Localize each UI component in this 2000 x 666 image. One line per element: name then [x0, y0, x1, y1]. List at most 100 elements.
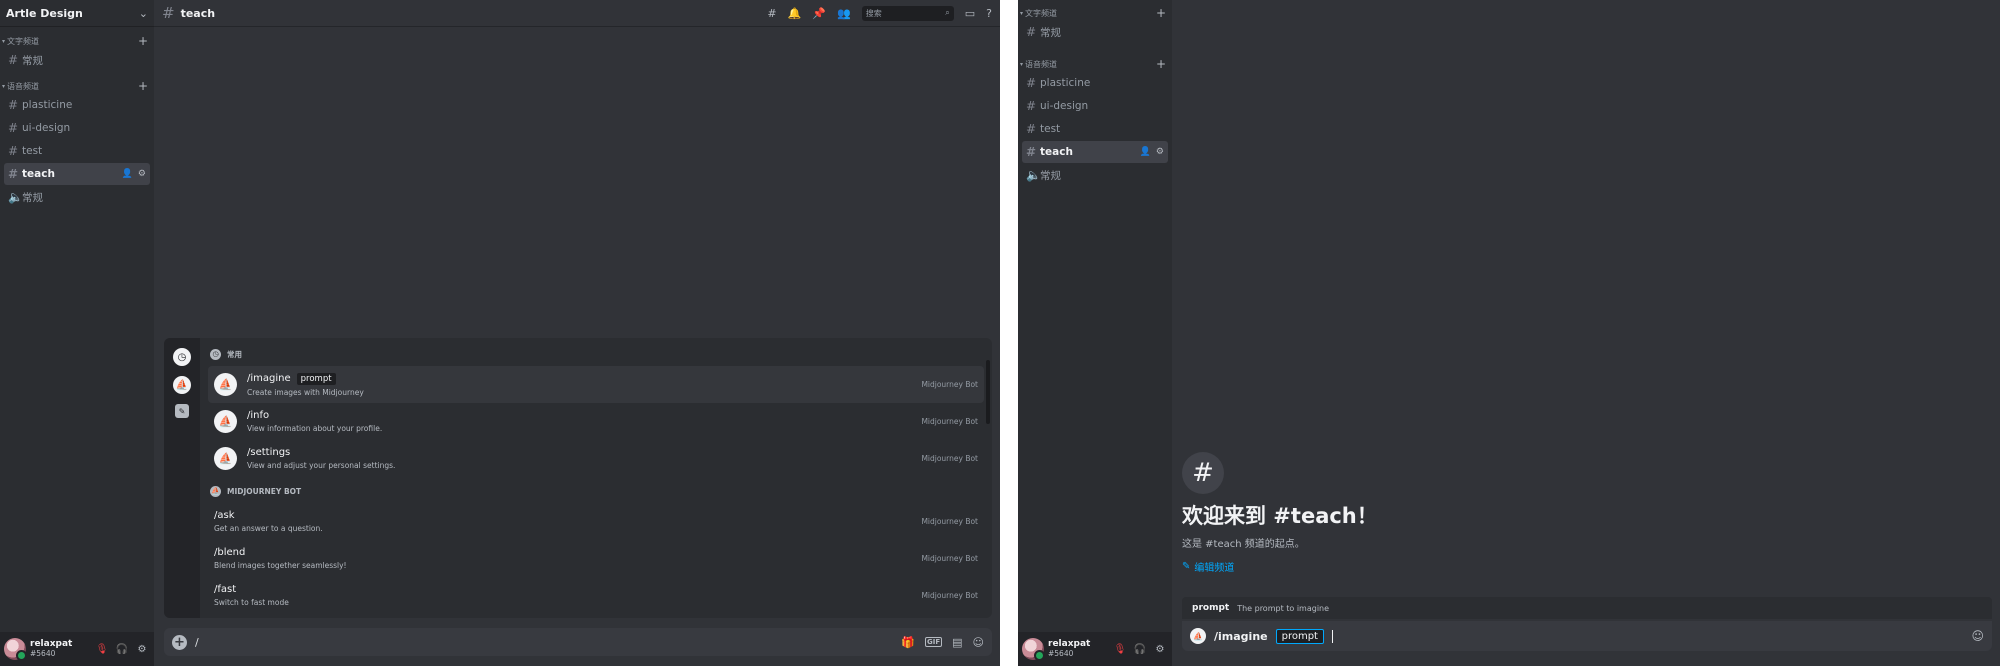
channel-item-test[interactable]: # test	[4, 140, 150, 162]
autocomplete-rail: ◷ ⛵ ✎	[164, 338, 200, 618]
hash-icon: #	[1182, 452, 1224, 494]
option-input[interactable]: prompt	[1275, 628, 1324, 644]
category-text[interactable]: ▾ 文字频道 +	[0, 34, 154, 48]
message-composer[interactable]: ⛵ /imagine prompt ☺	[1182, 621, 1992, 651]
user-info[interactable]: relaxpat #5640	[30, 639, 90, 658]
user-panel: relaxpat #5640 🎙 🎧 ⚙	[1018, 632, 1172, 666]
invite-icon[interactable]: 👤	[122, 169, 133, 179]
add-channel-icon[interactable]: +	[138, 79, 148, 93]
invite-icon[interactable]: 👤	[1140, 147, 1151, 157]
command-item-settings[interactable]: ⛵ /settings View and adjust your persona…	[208, 440, 984, 477]
command-name: /imagine	[247, 373, 291, 384]
gif-icon[interactable]: GIF	[924, 637, 943, 647]
emoji-icon[interactable]: ☺	[973, 636, 984, 649]
channel-item-plasticine[interactable]: # plasticine	[1022, 72, 1168, 94]
pencil-icon: ✎	[1182, 561, 1191, 572]
members-icon[interactable]: 👥	[837, 7, 851, 20]
add-channel-icon[interactable]: +	[1156, 6, 1166, 20]
emoji-icon[interactable]: ☺	[1971, 629, 1984, 643]
category-text[interactable]: ▾ 文字频道 +	[1018, 6, 1172, 20]
channel-item-ui-design[interactable]: # ui-design	[1022, 95, 1168, 117]
avatar[interactable]	[1022, 638, 1045, 661]
chat-area: # 欢迎来到 #teach！ 这是 #teach 频道的起点。 ✎ 编辑频道 p…	[1172, 0, 2000, 666]
headphones-muted-icon[interactable]: 🎧	[114, 644, 130, 655]
builtin-commands-icon[interactable]: ✎	[175, 404, 189, 418]
gear-icon[interactable]: ⚙	[134, 644, 150, 655]
hash-icon: #	[162, 4, 175, 22]
channel-label: 常规	[22, 54, 43, 67]
channel-sidebar: Artle Design ⌄ ▾ 文字频道 + # 常规 ▾ 语音频道 + # …	[0, 0, 154, 666]
channel-item-test[interactable]: # test	[1022, 118, 1168, 140]
add-attachment-icon[interactable]: +	[172, 634, 187, 650]
clock-icon[interactable]: ◷	[173, 348, 191, 366]
option-description: The prompt to imagine	[1237, 603, 1330, 613]
channel-label: 常规	[22, 191, 43, 204]
section-label: 常用	[227, 349, 242, 359]
command-name: /imagine	[1214, 629, 1268, 643]
server-name: Artle Design	[6, 6, 83, 20]
gear-icon[interactable]: ⚙	[1156, 147, 1164, 157]
hash-icon: #	[1026, 99, 1037, 113]
command-item-info[interactable]: ⛵ /info View information about your prof…	[208, 403, 984, 440]
command-item-blend[interactable]: /blend Blend images together seamlessly!…	[208, 540, 984, 577]
category-voice[interactable]: ▾ 语音频道 +	[1018, 57, 1172, 71]
add-channel-icon[interactable]: +	[1156, 57, 1166, 71]
category-voice[interactable]: ▾ 语音频道 +	[0, 79, 154, 93]
edit-channel-link[interactable]: ✎ 编辑频道	[1182, 559, 1378, 574]
channel-item-plasticine[interactable]: # plasticine	[4, 94, 150, 116]
welcome-subtitle: 这是 #teach 频道的起点。	[1182, 539, 1305, 550]
chat-area: # teach # 🔔 📌 👥 搜索 ⌕ ▭ ? ◷ ⛵ ✎ ◷ 常用 ⛵ /i…	[154, 0, 1000, 666]
channel-item-voice-general[interactable]: 🔈 常规	[4, 186, 150, 208]
channel-item-general[interactable]: # 常规	[1022, 21, 1168, 43]
midjourney-bot-icon: ⛵	[214, 410, 237, 433]
midjourney-bot-icon: ⛵	[1190, 628, 1206, 644]
hash-icon: #	[8, 121, 19, 135]
discord-window-left: Artle Design ⌄ ▾ 文字频道 + # 常规 ▾ 语音频道 + # …	[0, 0, 1000, 666]
command-item-fast[interactable]: /fast Switch to fast mode Midjourney Bot	[208, 577, 984, 614]
command-description: Switch to fast mode	[214, 598, 289, 607]
command-source: Midjourney Bot	[921, 380, 978, 389]
sticker-icon[interactable]: ▤	[952, 636, 962, 649]
pin-icon[interactable]: 📌	[812, 7, 826, 20]
category-label: 语音频道	[7, 81, 39, 91]
scrollbar[interactable]	[986, 360, 990, 424]
server-header[interactable]: Artle Design ⌄	[0, 0, 154, 26]
channel-welcome: # 欢迎来到 #teach！ 这是 #teach 频道的起点。 ✎ 编辑频道	[1182, 452, 1378, 574]
command-source: Midjourney Bot	[921, 417, 978, 426]
channel-item-general[interactable]: # 常规	[4, 49, 150, 71]
channel-header: # teach # 🔔 📌 👥 搜索 ⌕ ▭ ?	[154, 0, 1000, 26]
search-input[interactable]: 搜索 ⌕	[861, 5, 954, 21]
avatar[interactable]	[4, 638, 27, 661]
command-source: Midjourney Bot	[921, 454, 978, 463]
midjourney-bot-icon[interactable]: ⛵	[173, 376, 191, 394]
bell-icon[interactable]: 🔔	[788, 7, 802, 20]
channel-label: plasticine	[1040, 77, 1091, 89]
message-input[interactable]: /	[195, 636, 893, 649]
channel-item-teach[interactable]: # teach 👤 ⚙	[1022, 141, 1168, 163]
category-label: 文字频道	[1025, 8, 1057, 18]
user-tag: #5640	[30, 648, 56, 658]
mic-muted-icon[interactable]: 🎙	[1112, 644, 1128, 655]
channel-label: teach	[22, 168, 55, 180]
gift-icon[interactable]: 🎁	[901, 636, 915, 649]
command-description: Create images with Midjourney	[247, 387, 364, 397]
headphones-muted-icon[interactable]: 🎧	[1132, 644, 1148, 655]
threads-icon[interactable]: #	[767, 7, 776, 20]
add-channel-icon[interactable]: +	[138, 34, 148, 48]
command-source: Midjourney Bot	[921, 554, 978, 563]
channel-item-voice-general[interactable]: 🔈 常规	[1022, 164, 1168, 186]
command-item-ask[interactable]: /ask Get an answer to a question. Midjou…	[208, 503, 984, 540]
user-info[interactable]: relaxpat #5640	[1048, 639, 1108, 657]
gear-icon[interactable]: ⚙	[138, 169, 146, 179]
command-item-imagine[interactable]: ⛵ /imagine prompt Create images with Mid…	[208, 366, 984, 403]
mic-muted-icon[interactable]: 🎙	[94, 644, 110, 655]
channel-item-ui-design[interactable]: # ui-design	[4, 117, 150, 139]
command-name: /fast	[214, 584, 237, 595]
inbox-icon[interactable]: ▭	[965, 7, 975, 20]
chevron-down-icon[interactable]: ⌄	[139, 7, 148, 20]
gear-icon[interactable]: ⚙	[1152, 644, 1168, 655]
channel-item-teach[interactable]: # teach 👤 ⚙	[4, 163, 150, 185]
help-icon[interactable]: ?	[986, 7, 992, 20]
command-description: Blend images together seamlessly!	[214, 561, 347, 570]
command-name: /info	[247, 410, 270, 421]
